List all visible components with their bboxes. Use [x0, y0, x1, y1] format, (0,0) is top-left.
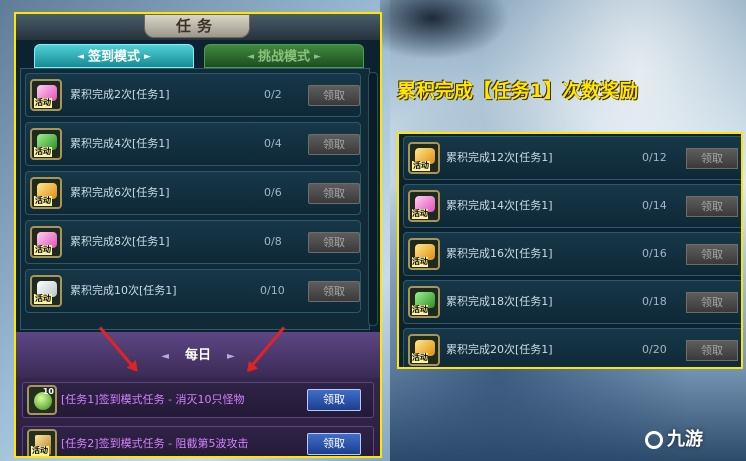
icon-tag: 活动 [412, 209, 428, 219]
task-row: 活动 累积完成16次[任务1] 0/16 领取 [403, 232, 741, 276]
task-row: 活动 累积完成10次[任务1] 0/10 领取 [25, 269, 361, 313]
icon-tag: 活动 [412, 305, 428, 315]
task-label: 累积完成12次[任务1] [446, 151, 553, 164]
task-progress: 0/14 [642, 199, 667, 212]
task-progress: 0/20 [642, 343, 667, 356]
task-label: 累积完成20次[任务1] [446, 343, 553, 356]
watermark: 九游 [645, 425, 703, 451]
icon-tag: 活动 [412, 161, 430, 171]
daily-task-label: [任务1]签到模式任务 - 消灭10只怪物 [61, 393, 245, 406]
task-row: 活动 累积完成4次[任务1] 0/4 领取 [25, 122, 361, 166]
task-label: 累积完成14次[任务1] [446, 199, 553, 212]
watermark-logo-icon [645, 431, 663, 449]
tab-label: 挑战模式 [257, 49, 310, 65]
claim-button[interactable]: 领取 [686, 340, 738, 361]
task-label: 累积完成10次[任务1] [70, 284, 177, 297]
task-row: 活动 累积完成6次[任务1] 0/6 领取 [25, 171, 361, 215]
task-progress: 0/6 [264, 186, 282, 199]
badge-count: 10 [42, 387, 54, 396]
green-potion-icon: 活动 [408, 286, 440, 318]
daily-title: ◄ 每日 ► [16, 344, 380, 363]
scroll-icon: 活动 [30, 275, 62, 307]
task-progress: 0/10 [260, 284, 285, 297]
icon-tag: 活动 [34, 294, 52, 304]
task-row: 活动 累积完成12次[任务1] 0/12 领取 [403, 136, 741, 180]
claim-button[interactable]: 领取 [308, 85, 360, 106]
claim-button[interactable]: 领取 [686, 196, 738, 217]
reward-panel: 活动 累积完成12次[任务1] 0/12 领取 活动 累积完成14次[任务1] … [397, 132, 743, 369]
claim-button[interactable]: 领取 [308, 232, 360, 253]
claim-button[interactable]: 领取 [686, 292, 738, 313]
task-label: 累积完成18次[任务1] [446, 295, 553, 308]
claim-button[interactable]: 领取 [307, 433, 361, 455]
task-progress: 0/8 [264, 235, 282, 248]
task-row: 活动 累积完成2次[任务1] 0/2 领取 [25, 73, 361, 117]
background-shadow [380, 0, 510, 60]
arrow-right-icon: ► [227, 351, 235, 362]
green-orb-icon: 10 [27, 385, 57, 415]
daily-section: ◄ 每日 ► 10 [任务1]签到模式任务 - 消灭10只怪物 领取 活动 [任务2… [16, 332, 380, 456]
pink-crystal-icon: 活动 [30, 79, 62, 111]
claim-button[interactable]: 领取 [308, 134, 360, 155]
panel-title: 任务 [144, 14, 250, 38]
gold-ingot-icon: 活动 [30, 177, 62, 209]
pink-crystal-icon: 活动 [30, 226, 62, 258]
task-progress: 0/2 [264, 88, 282, 101]
icon-tag: 活动 [34, 98, 52, 108]
tab-arrow-left-icon: ◄ [247, 52, 254, 62]
task-list: 活动 累积完成2次[任务1] 0/2 领取 活动 累积完成4次[任务1] 0/4… [20, 68, 370, 330]
task-progress: 0/16 [642, 247, 667, 260]
claim-button[interactable]: 领取 [308, 281, 360, 302]
pink-crystal-icon: 活动 [408, 190, 440, 222]
task-progress: 0/4 [264, 137, 282, 150]
gold-ingot-icon: 活动 [408, 238, 440, 270]
task-progress: 0/18 [642, 295, 667, 308]
task-panel: 任务 ◄ 签到模式 ► ◄ 挑战模式 ► 活动 累积完成2次[任务1] 0/2 领取 活… [14, 12, 382, 458]
task-row: 活动 累积完成8次[任务1] 0/8 领取 [25, 220, 361, 264]
task-row: 活动 累积完成20次[任务1] 0/20 领取 [403, 328, 741, 367]
icon-tag: 活动 [412, 257, 428, 267]
watermark-text: 九游 [667, 429, 703, 450]
tab-arrow-right-icon: ► [314, 52, 321, 62]
daily-task-row: 10 [任务1]签到模式任务 - 消灭10只怪物 领取 [22, 382, 374, 418]
icon-tag: 活动 [34, 196, 52, 206]
task-label: 累积完成2次[任务1] [70, 88, 170, 101]
reward-heading: 累积完成【任务1】次数奖励 [397, 80, 639, 102]
daily-task-label: [任务2]签到模式任务 - 阻截第5波攻击 [61, 437, 249, 450]
claim-button[interactable]: 领取 [308, 183, 360, 204]
claim-button[interactable]: 领取 [686, 244, 738, 265]
claim-button[interactable]: 领取 [307, 389, 361, 411]
task-label: 累积完成8次[任务1] [70, 235, 170, 248]
daily-header: ◄ 每日 ► [16, 332, 380, 378]
icon-tag: 活动 [412, 353, 428, 363]
sword-icon: 活动 [27, 429, 57, 456]
task-label: 累积完成4次[任务1] [70, 137, 170, 150]
task-row: 活动 累积完成14次[任务1] 0/14 领取 [403, 184, 741, 228]
tab-label: 签到模式 [87, 49, 140, 65]
gold-ingot-icon: 活动 [408, 142, 440, 174]
green-potion-icon: 活动 [30, 128, 62, 160]
icon-tag: 活动 [31, 446, 49, 456]
tab-sign-in-mode[interactable]: ◄ 签到模式 ► [34, 44, 194, 68]
task-progress: 0/12 [642, 151, 667, 164]
task-label: 累积完成16次[任务1] [446, 247, 553, 260]
daily-title-label: 每日 [184, 348, 211, 363]
tab-arrow-right-icon: ► [144, 52, 151, 62]
daily-task-row: 活动 [任务2]签到模式任务 - 阻截第5波攻击 领取 [22, 426, 374, 456]
task-row: 活动 累积完成18次[任务1] 0/18 领取 [403, 280, 741, 324]
icon-tag: 活动 [34, 245, 52, 255]
title-bar: 任务 [16, 14, 380, 40]
scrollbar[interactable] [368, 72, 378, 326]
gold-ingot-icon: 活动 [408, 334, 440, 366]
claim-button[interactable]: 领取 [686, 148, 738, 169]
arrow-left-icon: ◄ [161, 351, 169, 362]
icon-tag: 活动 [34, 147, 52, 157]
task-label: 累积完成6次[任务1] [70, 186, 170, 199]
tab-arrow-left-icon: ◄ [77, 52, 84, 62]
tab-challenge-mode[interactable]: ◄ 挑战模式 ► [204, 44, 364, 68]
